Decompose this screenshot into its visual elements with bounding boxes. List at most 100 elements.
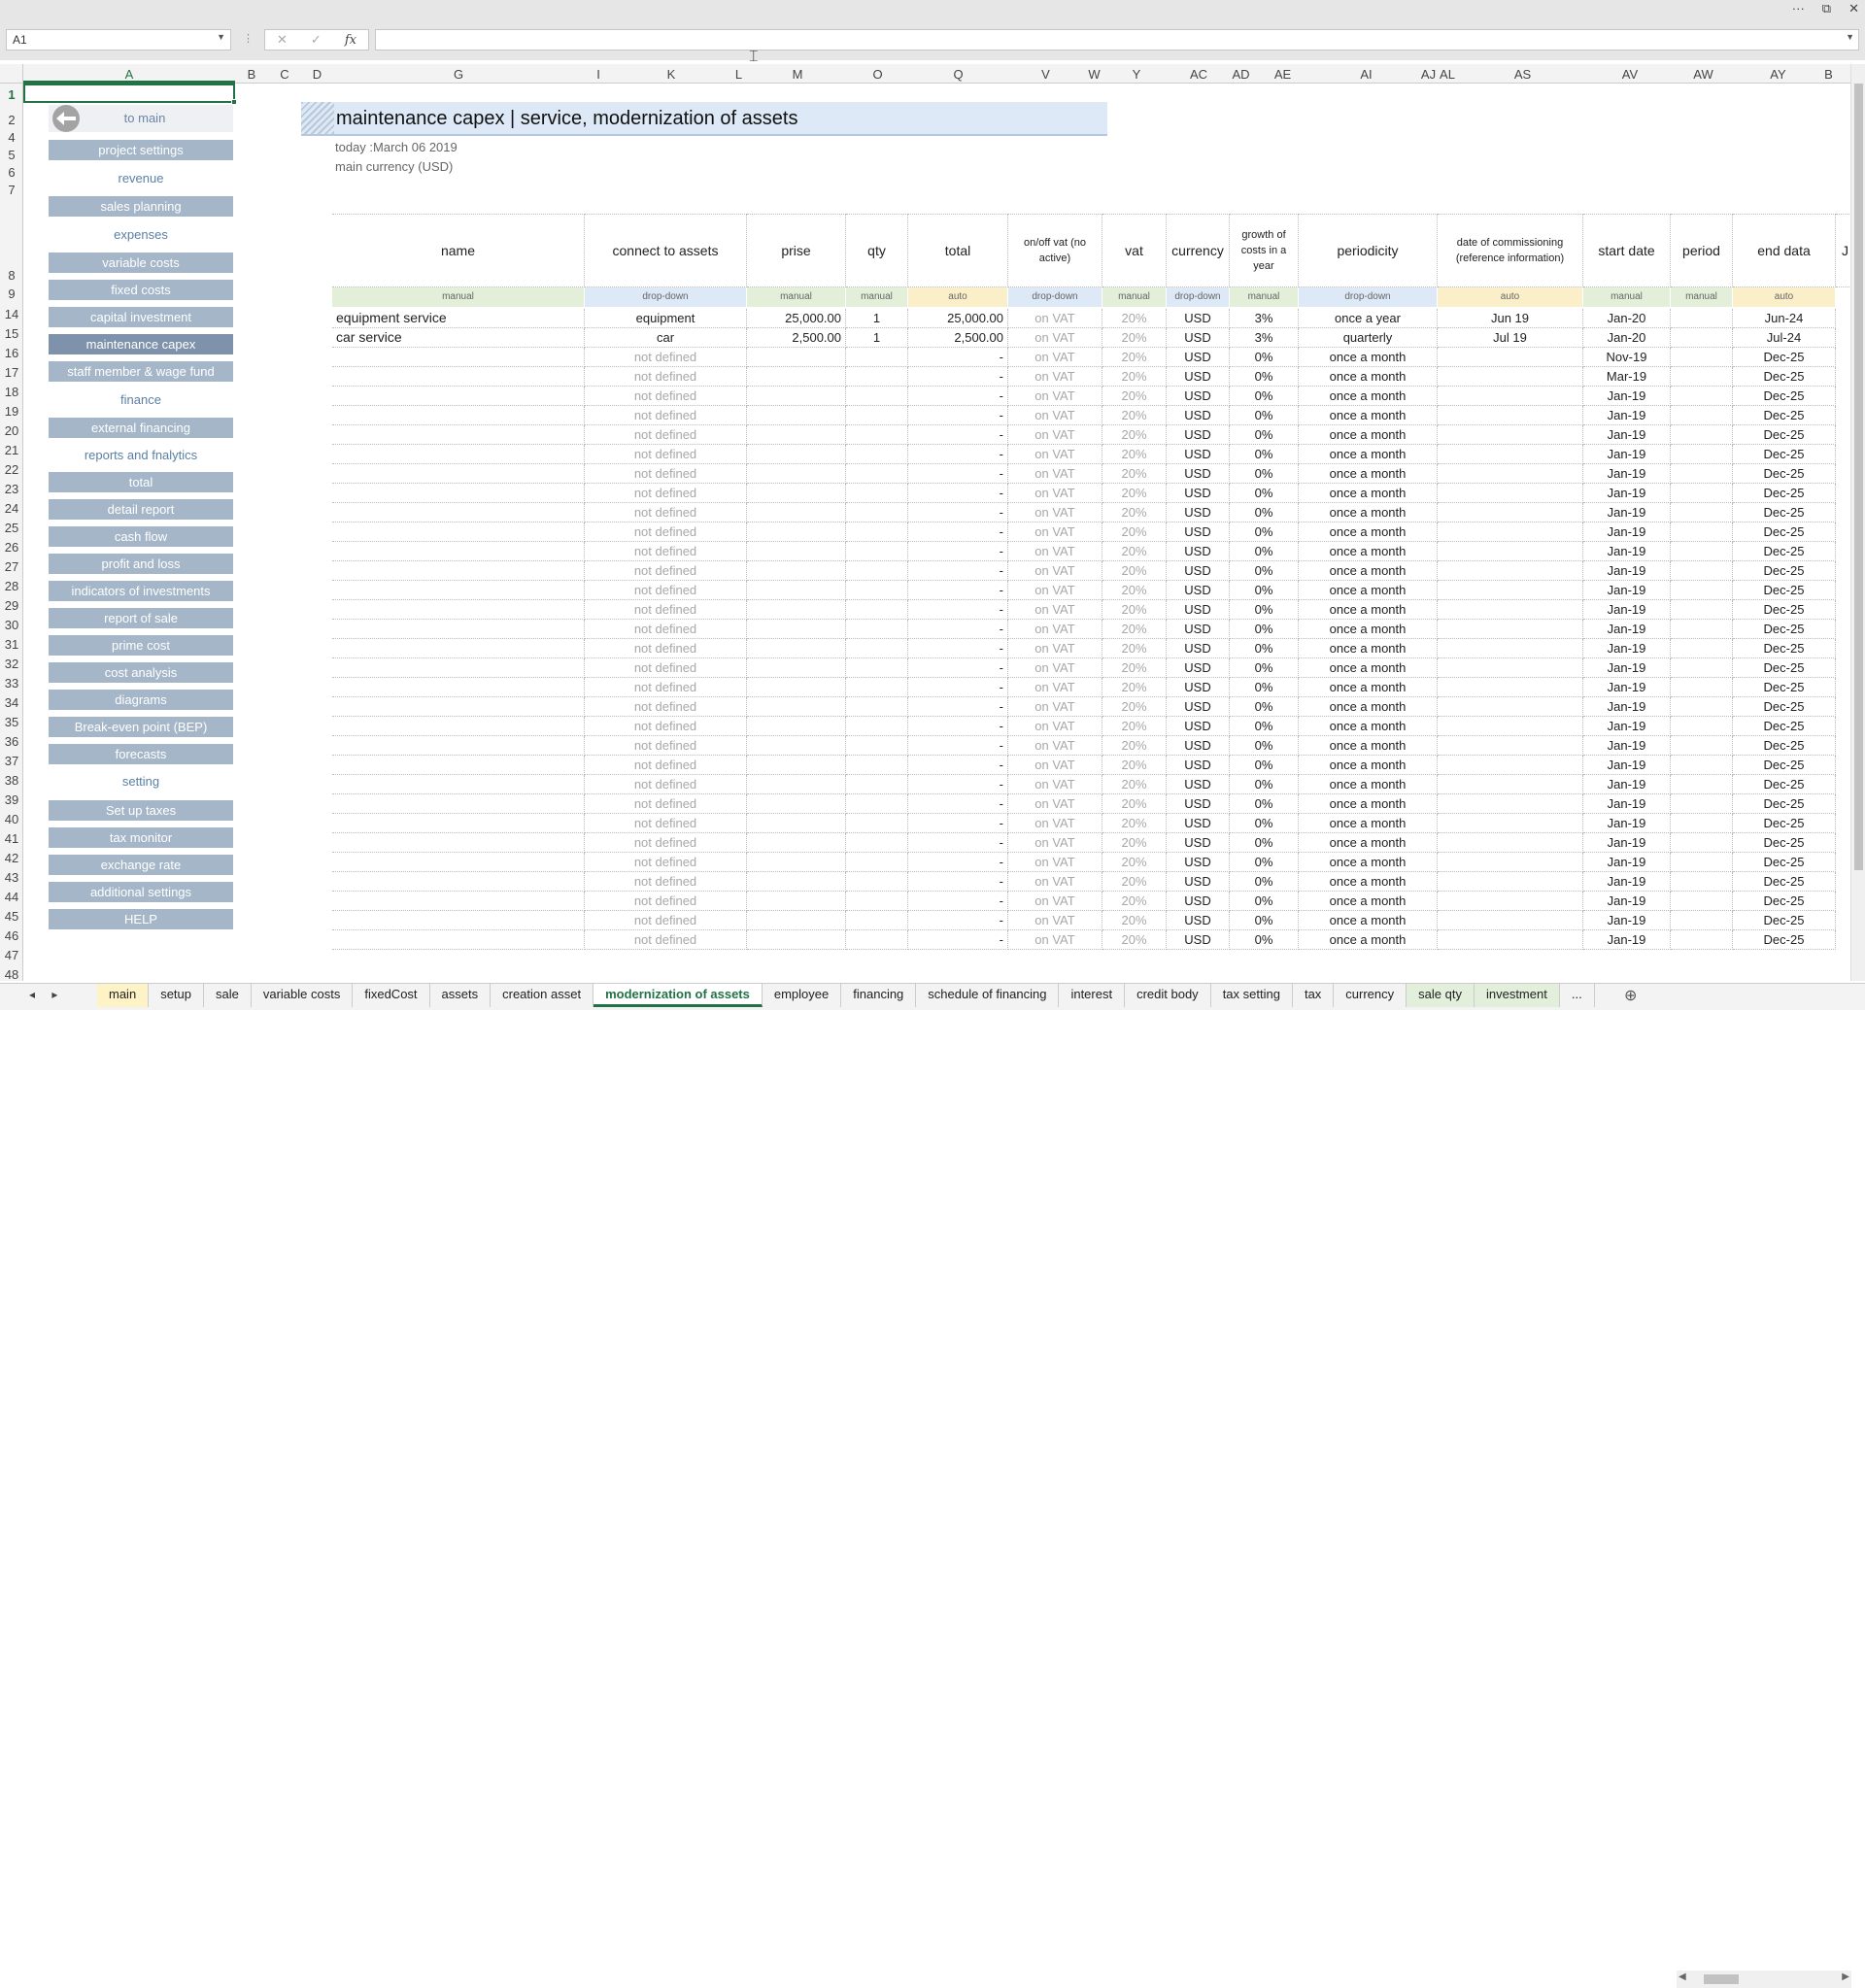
table-cell[interactable]: 20% <box>1102 775 1167 794</box>
table-cell[interactable] <box>332 658 585 678</box>
row-header[interactable]: 39 <box>0 792 23 807</box>
table-cell[interactable]: once a month <box>1299 794 1438 814</box>
table-cell[interactable]: on VAT <box>1008 853 1102 872</box>
table-cell[interactable]: once a month <box>1299 445 1438 464</box>
table-cell[interactable]: on VAT <box>1008 697 1102 717</box>
table-cell[interactable]: Jan-19 <box>1583 387 1671 406</box>
column-header[interactable]: AC <box>1168 67 1230 82</box>
table-cell[interactable]: not defined <box>585 348 747 367</box>
table-cell[interactable]: on VAT <box>1008 425 1102 445</box>
table-cell[interactable]: on VAT <box>1008 658 1102 678</box>
row-header[interactable]: 2 <box>0 113 23 127</box>
table-cell[interactable] <box>747 639 846 658</box>
table-cell[interactable] <box>1671 833 1733 853</box>
table-cell[interactable]: on VAT <box>1008 348 1102 367</box>
table-cell[interactable] <box>332 872 585 892</box>
nav-button[interactable]: forecasts <box>49 744 233 764</box>
table-cell[interactable]: once a month <box>1299 484 1438 503</box>
row-header[interactable]: 27 <box>0 559 23 574</box>
column-header[interactable]: AE <box>1252 67 1313 82</box>
table-cell[interactable] <box>332 775 585 794</box>
table-cell[interactable] <box>846 930 908 950</box>
row-header[interactable]: 32 <box>0 657 23 671</box>
table-cell[interactable] <box>332 542 585 561</box>
table-cell[interactable]: Jan-19 <box>1583 930 1671 950</box>
table-cell[interactable]: 0% <box>1230 775 1299 794</box>
nav-button[interactable]: exchange rate <box>49 855 233 875</box>
nav-button[interactable]: tax monitor <box>49 827 233 848</box>
table-cell[interactable]: not defined <box>585 794 747 814</box>
table-cell[interactable]: 0% <box>1230 561 1299 581</box>
table-cell[interactable]: on VAT <box>1008 387 1102 406</box>
table-cell[interactable] <box>332 833 585 853</box>
table-cell[interactable] <box>747 406 846 425</box>
table-cell[interactable] <box>332 367 585 387</box>
table-cell[interactable] <box>332 736 585 756</box>
sheet-tab[interactable]: tax <box>1293 984 1335 1007</box>
nav-button[interactable]: Set up taxes <box>49 800 233 821</box>
table-cell[interactable] <box>332 464 585 484</box>
table-cell[interactable]: 20% <box>1102 542 1167 561</box>
table-cell[interactable] <box>747 736 846 756</box>
table-cell[interactable]: 20% <box>1102 756 1167 775</box>
table-cell[interactable]: car <box>585 328 747 348</box>
row-header[interactable]: 16 <box>0 346 23 360</box>
table-cell[interactable] <box>846 561 908 581</box>
sheet-tab[interactable]: credit body <box>1125 984 1211 1007</box>
table-cell[interactable]: once a month <box>1299 756 1438 775</box>
table-cell[interactable]: not defined <box>585 892 747 911</box>
table-cell[interactable]: 20% <box>1102 406 1167 425</box>
table-cell[interactable]: 0% <box>1230 872 1299 892</box>
table-cell[interactable]: Jan-19 <box>1583 522 1671 542</box>
table-cell[interactable]: once a month <box>1299 814 1438 833</box>
row-header[interactable]: 30 <box>0 618 23 632</box>
nav-button[interactable]: detail report <box>49 499 233 520</box>
table-cell[interactable]: 25,000.00 <box>747 309 846 328</box>
table-cell[interactable]: on VAT <box>1008 736 1102 756</box>
table-cell[interactable] <box>332 561 585 581</box>
sheet-tab[interactable]: schedule of financing <box>916 984 1060 1007</box>
table-cell[interactable]: 0% <box>1230 756 1299 775</box>
table-cell[interactable]: on VAT <box>1008 328 1102 348</box>
table-cell[interactable] <box>1671 658 1733 678</box>
table-cell[interactable] <box>846 484 908 503</box>
table-cell[interactable]: once a month <box>1299 911 1438 930</box>
table-cell[interactable]: on VAT <box>1008 367 1102 387</box>
table-cell[interactable]: once a month <box>1299 503 1438 522</box>
table-cell[interactable]: on VAT <box>1008 445 1102 464</box>
table-cell[interactable] <box>1671 775 1733 794</box>
table-cell[interactable]: Jan-19 <box>1583 484 1671 503</box>
table-cell[interactable]: 0% <box>1230 794 1299 814</box>
table-cell[interactable]: 20% <box>1102 309 1167 328</box>
table-cell[interactable] <box>747 697 846 717</box>
table-cell[interactable] <box>332 581 585 600</box>
row-header[interactable]: 5 <box>0 148 23 162</box>
table-cell[interactable] <box>747 930 846 950</box>
table-cell[interactable] <box>846 658 908 678</box>
nav-button[interactable]: external financing <box>49 418 233 438</box>
nav-button[interactable]: prime cost <box>49 635 233 656</box>
table-cell[interactable]: on VAT <box>1008 639 1102 658</box>
table-cell[interactable] <box>332 445 585 464</box>
table-cell[interactable] <box>332 697 585 717</box>
table-cell[interactable] <box>846 387 908 406</box>
table-cell[interactable]: 20% <box>1102 717 1167 736</box>
row-header[interactable]: 48 <box>0 967 23 982</box>
table-cell[interactable]: not defined <box>585 697 747 717</box>
table-cell[interactable]: 0% <box>1230 814 1299 833</box>
table-cell[interactable] <box>332 853 585 872</box>
table-cell[interactable]: on VAT <box>1008 892 1102 911</box>
table-cell[interactable]: Jan-19 <box>1583 911 1671 930</box>
row-header[interactable]: 38 <box>0 773 23 788</box>
table-cell[interactable] <box>747 581 846 600</box>
table-cell[interactable]: Jan-19 <box>1583 775 1671 794</box>
row-header[interactable]: 35 <box>0 715 23 729</box>
row-header[interactable]: 4 <box>0 130 23 145</box>
cancel-icon[interactable]: ✕ <box>277 32 288 48</box>
table-cell[interactable]: 0% <box>1230 911 1299 930</box>
row-header[interactable]: 45 <box>0 909 23 924</box>
table-cell[interactable] <box>846 367 908 387</box>
table-cell[interactable]: 20% <box>1102 348 1167 367</box>
table-cell[interactable] <box>332 425 585 445</box>
table-cell[interactable] <box>747 522 846 542</box>
